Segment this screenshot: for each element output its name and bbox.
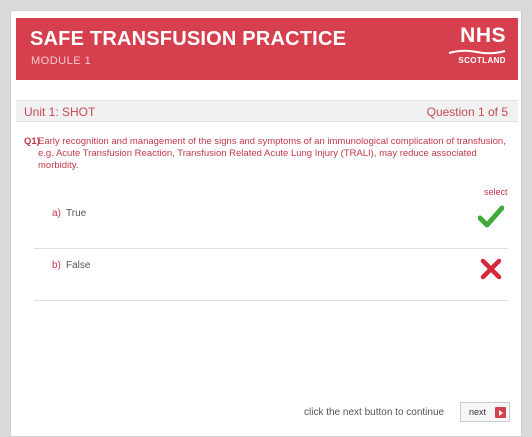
nhs-scotland-logo: NHS SCOTLAND [440, 24, 506, 72]
unit-bar: Unit 1: SHOT Question 1 of 5 [16, 100, 518, 122]
unit-label: Unit 1: SHOT [24, 105, 96, 119]
arrow-right-icon [495, 407, 506, 418]
logo-wave-icon [448, 49, 506, 55]
option-letter: a) [52, 208, 61, 219]
next-button[interactable]: next [460, 402, 510, 422]
option-true[interactable]: a) True [34, 196, 508, 249]
continue-hint: click the next button to continue [304, 407, 445, 418]
module-subtitle: MODULE 1 [31, 55, 92, 67]
question-block: Q1) Early recognition and management of … [24, 136, 512, 172]
next-button-label: next [469, 407, 487, 417]
module-title: SAFE TRANSFUSION PRACTICE [30, 28, 347, 50]
option-false[interactable]: b) False [34, 248, 508, 301]
option-text: True [66, 208, 87, 219]
option-text: False [66, 260, 91, 271]
module-banner: SAFE TRANSFUSION PRACTICE MODULE 1 NHS S… [16, 18, 518, 80]
nhs-logo-text: NHS [460, 24, 506, 47]
check-icon[interactable] [478, 204, 504, 230]
question-text: Early recognition and management of the … [38, 136, 506, 171]
question-counter: Question 1 of 5 [426, 105, 508, 119]
cross-icon[interactable] [478, 256, 504, 282]
option-letter: b) [52, 260, 61, 271]
nhs-logo-scotland: SCOTLAND [458, 56, 506, 65]
question-number: Q1) [24, 136, 40, 147]
